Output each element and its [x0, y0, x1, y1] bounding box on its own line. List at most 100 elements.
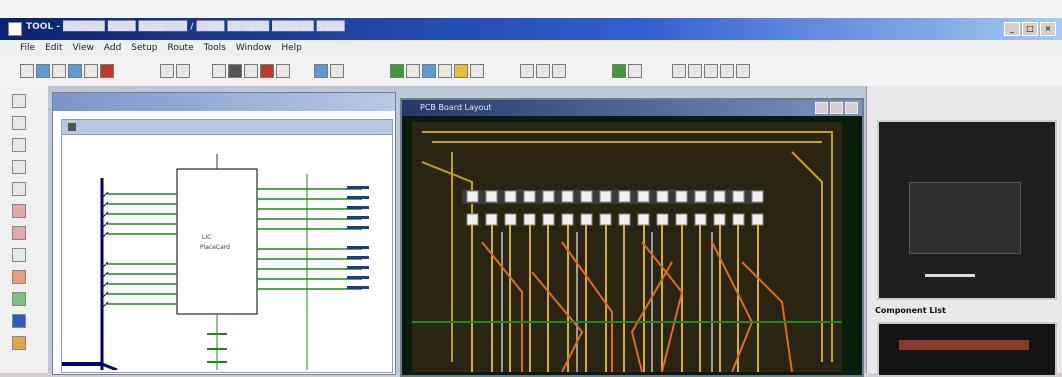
highlight-icon[interactable]	[260, 64, 274, 78]
panel-label: Component List	[875, 306, 946, 315]
port-tool-icon[interactable]	[12, 292, 26, 306]
menu-tools[interactable]: Tools	[204, 43, 226, 53]
zoom-out-icon[interactable]	[228, 64, 242, 78]
title-bar-gap	[0, 0, 1062, 18]
open-icon[interactable]	[36, 64, 50, 78]
sheet-icon	[68, 123, 76, 131]
menu-view[interactable]: View	[73, 43, 94, 53]
toolbar-misc-group	[612, 62, 642, 80]
measure-icon[interactable]	[470, 64, 484, 78]
wire-tool-icon[interactable]	[12, 116, 26, 130]
pcb-minimize-button[interactable]	[815, 102, 828, 114]
menu-edit[interactable]: Edit	[45, 43, 62, 53]
toolbar-file-group	[20, 62, 114, 80]
net-label-icon[interactable]	[12, 160, 26, 174]
ic-label-line2: PlaceCard	[200, 244, 230, 251]
preview-label-mark	[925, 274, 975, 277]
right-panel: Component List	[866, 86, 1062, 377]
route-icon[interactable]	[390, 64, 404, 78]
toolbar-layout-group	[314, 62, 344, 80]
window-list-icon[interactable]	[720, 64, 734, 78]
app-icon	[8, 22, 22, 36]
text-tool-icon[interactable]	[12, 270, 26, 284]
toolbar	[0, 56, 1062, 87]
pcb-layout-window: PCB Board Layout	[400, 98, 864, 377]
component-preview[interactable]	[877, 120, 1057, 300]
schematic-canvas[interactable]: LIC PlaceCard	[62, 134, 392, 370]
select-tool-icon[interactable]	[12, 94, 26, 108]
copy-icon[interactable]	[176, 64, 190, 78]
left-tool-palette	[0, 86, 49, 373]
annotate-tool-icon[interactable]	[12, 336, 26, 350]
layer-icon[interactable]	[314, 64, 328, 78]
settings-icon[interactable]	[100, 64, 114, 78]
cascade-icon[interactable]	[688, 64, 702, 78]
pcb-canvas[interactable]	[412, 122, 842, 373]
bus-tool-icon[interactable]	[12, 138, 26, 152]
menu-route[interactable]: Route	[168, 43, 194, 53]
run-icon[interactable]	[612, 64, 626, 78]
pad-icon[interactable]	[422, 64, 436, 78]
toolbar-view-group	[212, 62, 290, 80]
sheet-tool-icon[interactable]	[12, 314, 26, 328]
secondary-preview[interactable]	[877, 322, 1057, 377]
pcb-window-title: PCB Board Layout	[420, 103, 492, 112]
toolbar-route-group	[390, 62, 484, 80]
refresh-icon[interactable]	[276, 64, 290, 78]
zoom-in-icon[interactable]	[212, 64, 226, 78]
menu-help[interactable]: Help	[281, 43, 302, 53]
print-icon[interactable]	[68, 64, 82, 78]
maximize-button[interactable]: □	[1022, 22, 1038, 36]
menu-file[interactable]: File	[20, 43, 35, 53]
schematic-sheet-titlebar[interactable]	[62, 120, 392, 135]
right-net-labels	[347, 186, 369, 289]
pcb-window-titlebar[interactable]: PCB Board Layout	[402, 100, 862, 116]
align-left-icon[interactable]	[520, 64, 534, 78]
tile-icon[interactable]	[672, 64, 686, 78]
trace-icon[interactable]	[438, 64, 452, 78]
window-title: TOOL - ██████ ████ ███████ / ████ ██████…	[26, 22, 345, 32]
window-controls: _ □ ×	[1004, 22, 1056, 36]
cut-icon[interactable]	[160, 64, 174, 78]
schematic-window: LIC PlaceCard	[52, 92, 396, 375]
ic-label-line1: LIC	[202, 234, 211, 241]
power-tool-icon[interactable]	[12, 226, 26, 240]
align-right-icon[interactable]	[552, 64, 566, 78]
menu-window[interactable]: Window	[236, 43, 272, 53]
toolbar-edit-group	[160, 62, 190, 80]
junction-icon[interactable]	[12, 182, 26, 196]
ground-tool-icon[interactable]	[12, 248, 26, 262]
menu-bar: File Edit View Add Setup Route Tools Win…	[0, 40, 1062, 56]
preview-component	[909, 182, 1021, 254]
component-tool-icon[interactable]	[12, 204, 26, 218]
pcb-maximize-button[interactable]	[830, 102, 843, 114]
align-center-icon[interactable]	[536, 64, 550, 78]
via-icon[interactable]	[406, 64, 420, 78]
pcb-close-button[interactable]	[845, 102, 858, 114]
menu-setup[interactable]: Setup	[131, 43, 157, 53]
menu-add[interactable]: Add	[104, 43, 121, 53]
toolbar-align-group	[520, 62, 566, 80]
bus-entry	[101, 362, 118, 370]
drc-icon[interactable]	[454, 64, 468, 78]
minimize-button[interactable]: _	[1004, 22, 1020, 36]
schematic-window-titlebar[interactable]	[53, 93, 395, 111]
close-button[interactable]: ×	[1040, 22, 1056, 36]
preview-icon[interactable]	[84, 64, 98, 78]
pcb-board[interactable]	[412, 122, 842, 373]
zoom-fit-icon[interactable]	[244, 64, 258, 78]
help-icon[interactable]	[736, 64, 750, 78]
secondary-preview-shape	[899, 340, 1029, 350]
left-pins	[107, 193, 177, 305]
schematic-sheet[interactable]: LIC PlaceCard	[61, 119, 393, 373]
save-icon[interactable]	[52, 64, 66, 78]
grid-icon[interactable]	[330, 64, 344, 78]
pcb-window-controls	[815, 102, 858, 114]
title-bar: TOOL - ██████ ████ ███████ / ████ ██████…	[0, 0, 1062, 40]
new-icon[interactable]	[20, 64, 34, 78]
stop-icon[interactable]	[628, 64, 642, 78]
toolbar-window-group	[672, 62, 750, 80]
right-pins	[257, 188, 362, 290]
split-icon[interactable]	[704, 64, 718, 78]
ic-component	[176, 168, 258, 315]
